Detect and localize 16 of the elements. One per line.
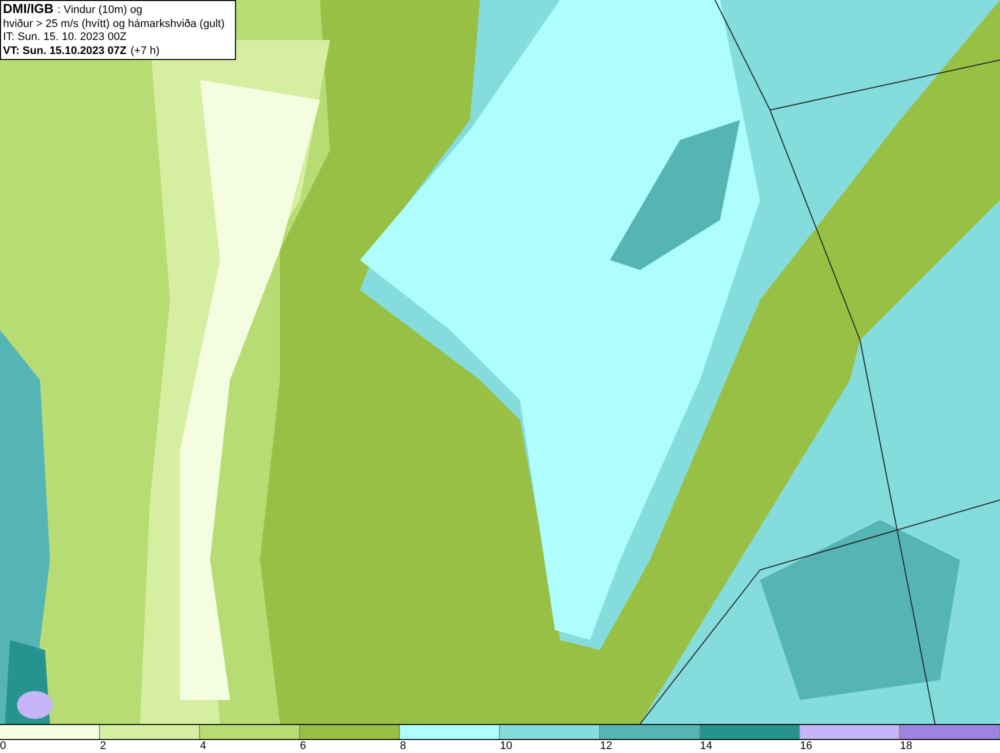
legend-label: 0	[0, 740, 8, 753]
info-title: : Vindur (10m) og	[58, 4, 142, 18]
lead-time: (+7 h)	[130, 44, 160, 58]
legend-label: 8	[400, 740, 408, 753]
info-subtitle: hviður > 25 m/s (hvítt) og hámarkshviða (gult)	[3, 18, 226, 31]
legend-label: 10	[500, 740, 514, 753]
valid-time: VT: Sun. 15.10.2023 07Z	[3, 44, 127, 58]
legend-label: 2	[100, 740, 108, 753]
legend-label: 6	[300, 740, 308, 753]
legend-label: 4	[200, 740, 208, 753]
legend-label: 12	[600, 740, 614, 753]
issue-time: IT: Sun. 15. 10. 2023 00Z	[3, 31, 128, 44]
source-label: DMI/IGB	[3, 2, 54, 16]
legend-label: 18	[900, 740, 914, 753]
legend-label: 16	[800, 740, 814, 753]
legend-label: 14	[700, 740, 714, 753]
